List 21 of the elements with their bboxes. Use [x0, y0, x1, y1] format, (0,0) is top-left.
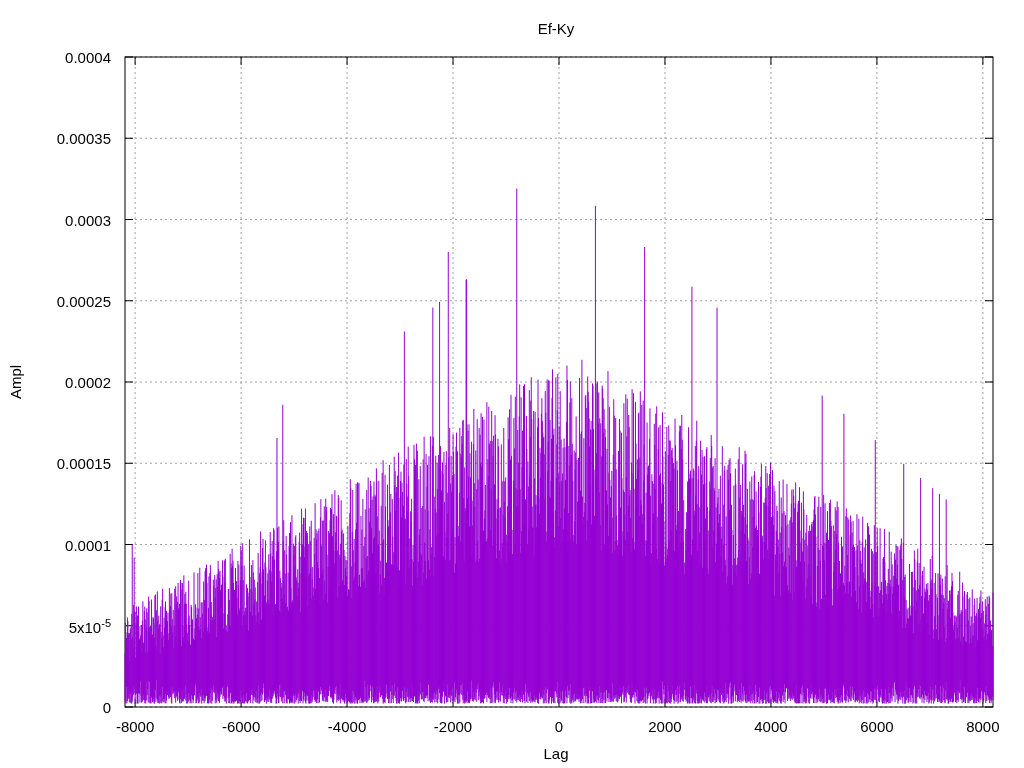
x-tick-label: -8000 — [115, 719, 155, 734]
y-tick-label: 0.0001 — [65, 537, 111, 552]
y-tick-label: 0.0002 — [65, 374, 111, 390]
y-tick-label: 0.00015 — [56, 455, 111, 471]
y-tick-label: 0.0004 — [65, 49, 111, 65]
x-tick-label: 0 — [554, 719, 564, 734]
y-tick-label: 5x10$^{-5}$ — [68, 617, 111, 635]
x-tick-label: -2000 — [433, 719, 473, 734]
y-tick-label: 0.00025 — [56, 293, 111, 309]
x-tick-label: 8000 — [966, 719, 1000, 734]
x-tick-label: -4000 — [327, 719, 367, 734]
chart-title: Ef-Ky — [537, 21, 575, 36]
x-axis-label: Lag — [543, 746, 569, 761]
y-tick-label: 0.0003 — [65, 212, 111, 227]
x-tick-label: 6000 — [860, 719, 894, 734]
y-tick-label: 0 — [102, 699, 111, 715]
x-tick-label: -6000 — [221, 719, 261, 734]
x-tick-label: 4000 — [754, 719, 788, 734]
y-axis-label: Ampl — [7, 364, 23, 400]
x-tick-label: 2000 — [648, 719, 682, 734]
y-tick-label: 0.00035 — [56, 130, 111, 146]
